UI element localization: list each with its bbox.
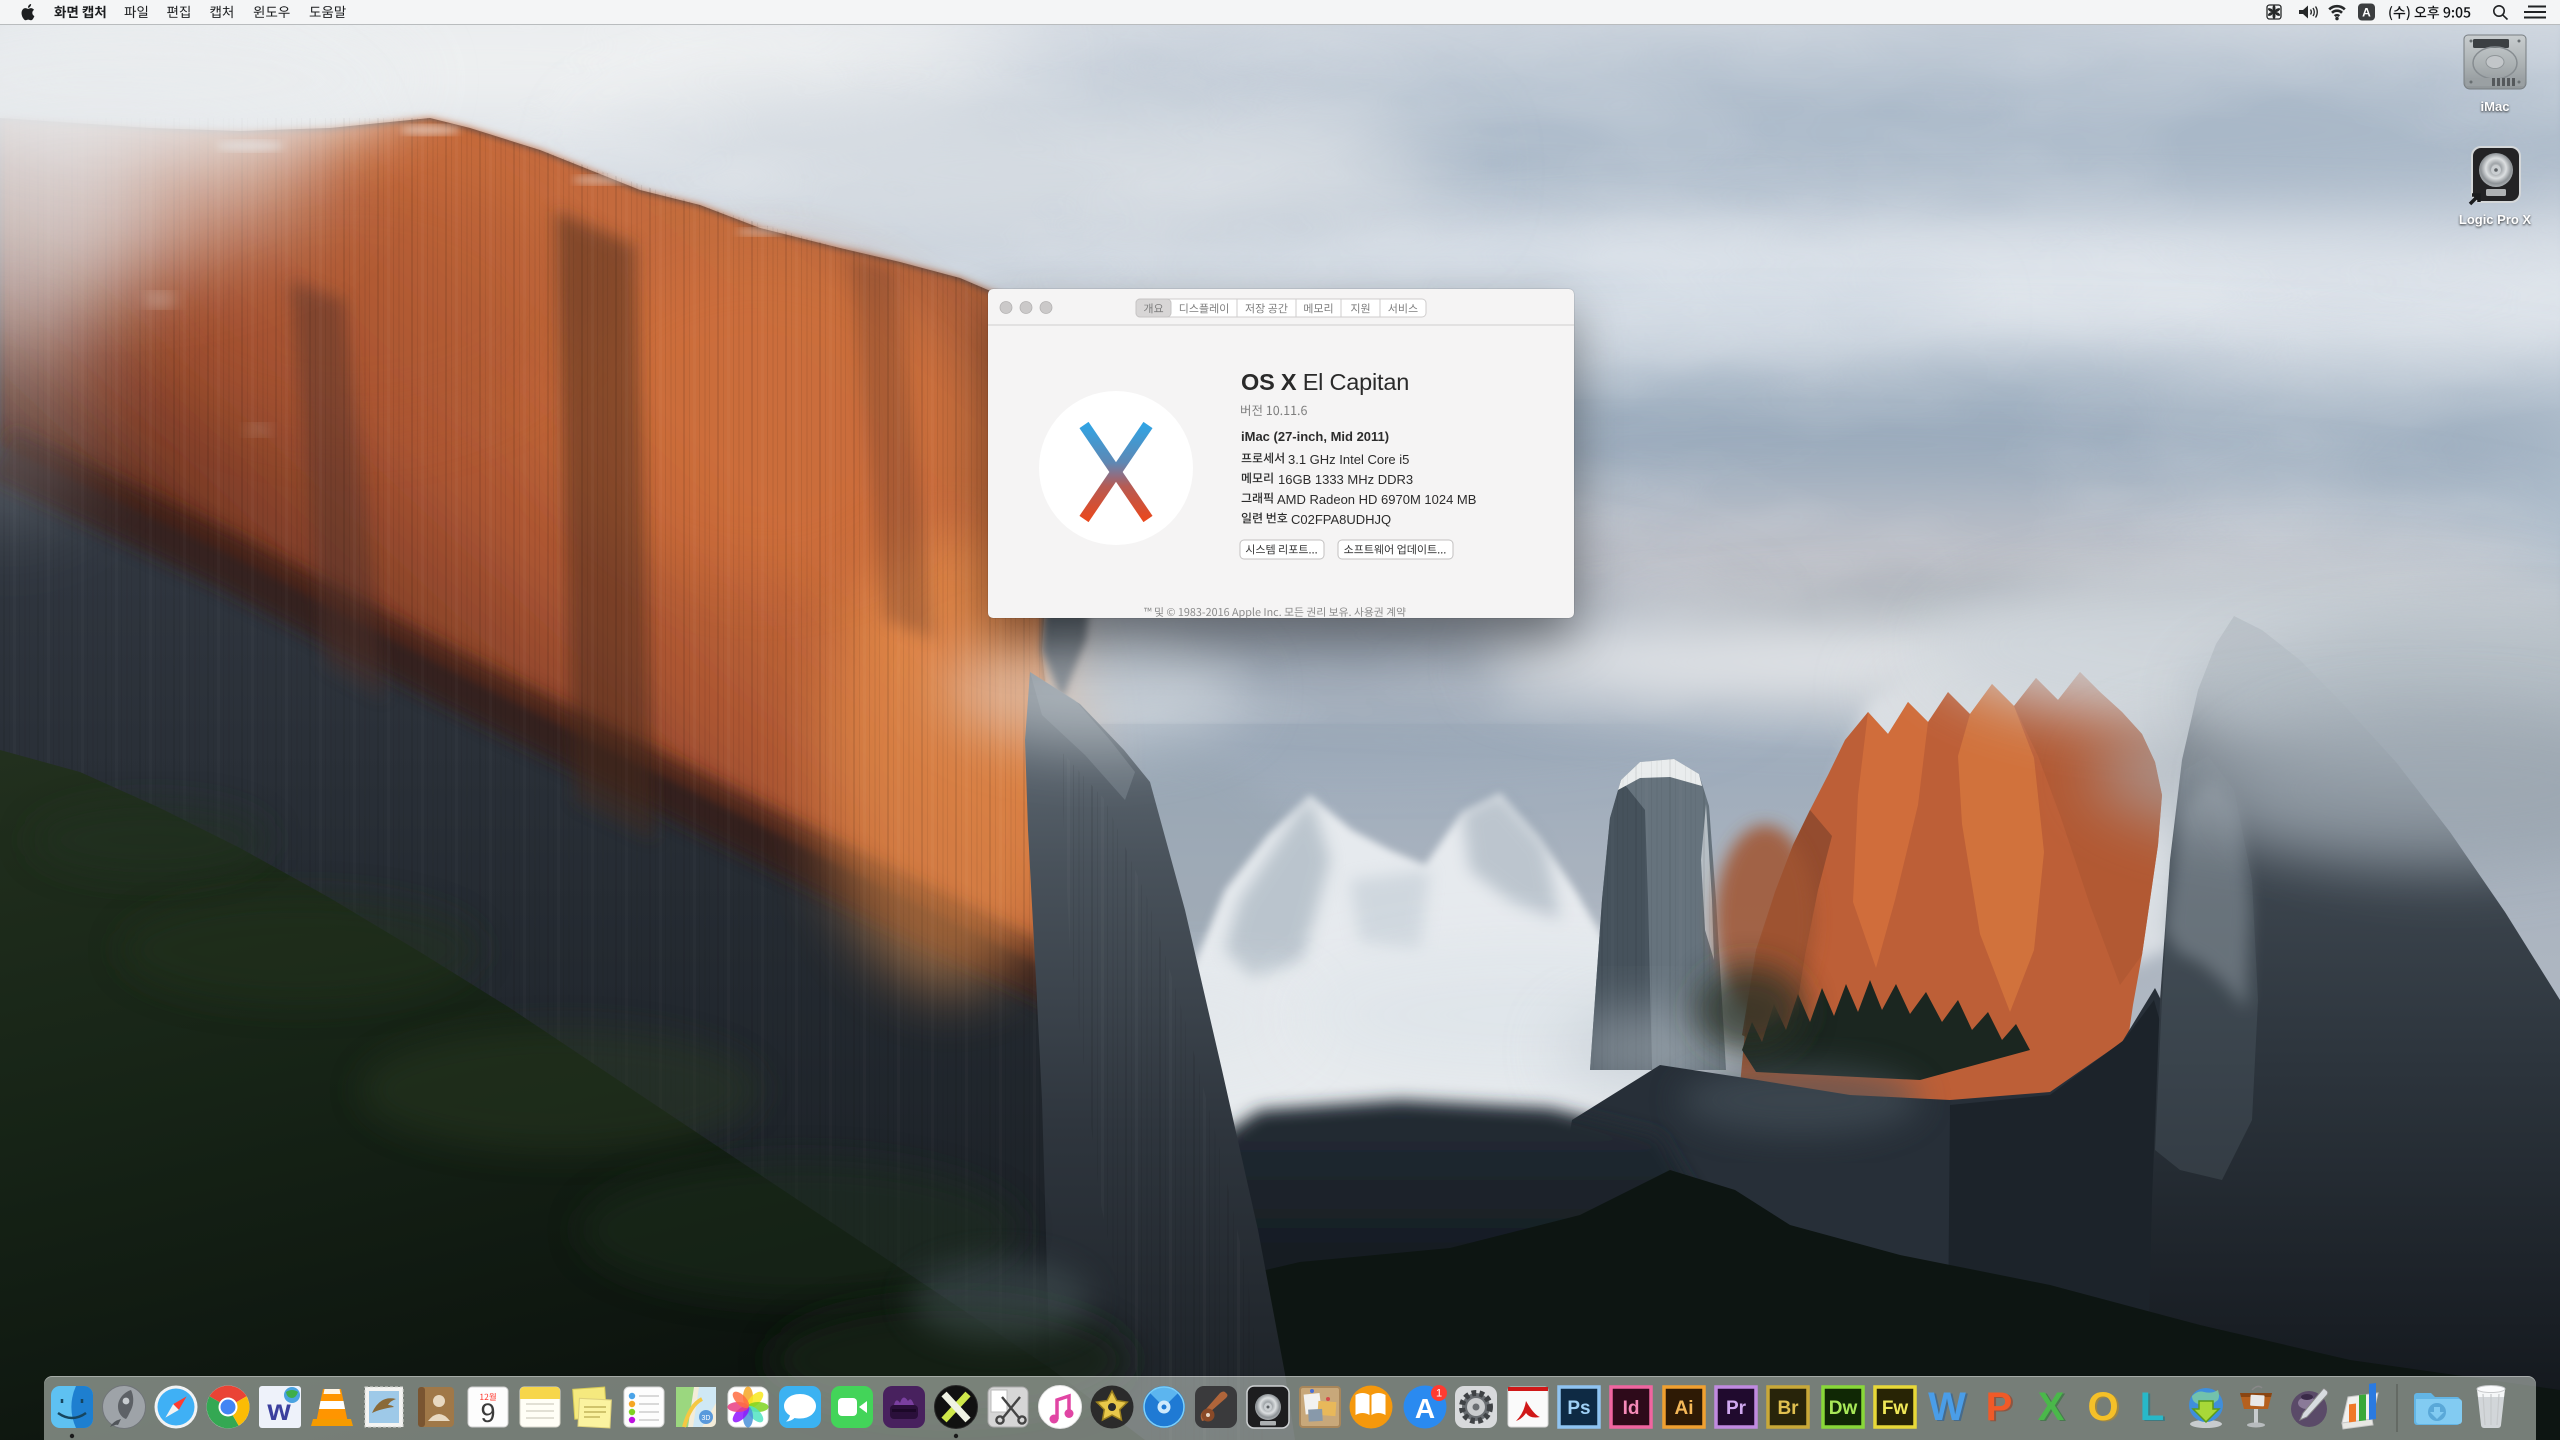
svg-text:Id: Id bbox=[1623, 1398, 1640, 1419]
svg-text:3D: 3D bbox=[702, 1415, 711, 1422]
svg-text:9: 9 bbox=[480, 1398, 495, 1428]
svg-text:Ps: Ps bbox=[1567, 1398, 1590, 1419]
svg-text:1: 1 bbox=[1436, 1388, 1442, 1400]
svg-text:Pr: Pr bbox=[1726, 1398, 1747, 1419]
svg-text:W: W bbox=[1928, 1385, 1966, 1429]
svg-text:Br: Br bbox=[1777, 1398, 1799, 1419]
svg-text:Fw: Fw bbox=[1882, 1398, 1909, 1419]
svg-text:Ai: Ai bbox=[1675, 1398, 1694, 1419]
svg-text:A: A bbox=[1415, 1393, 1435, 1424]
svg-text:O: O bbox=[2087, 1385, 2118, 1429]
svg-text:A: A bbox=[2362, 6, 2371, 20]
svg-text:L: L bbox=[2140, 1385, 2164, 1429]
svg-text:Dw: Dw bbox=[1829, 1398, 1858, 1419]
svg-text:X: X bbox=[2038, 1385, 2065, 1429]
svg-text:P: P bbox=[1986, 1385, 2013, 1429]
